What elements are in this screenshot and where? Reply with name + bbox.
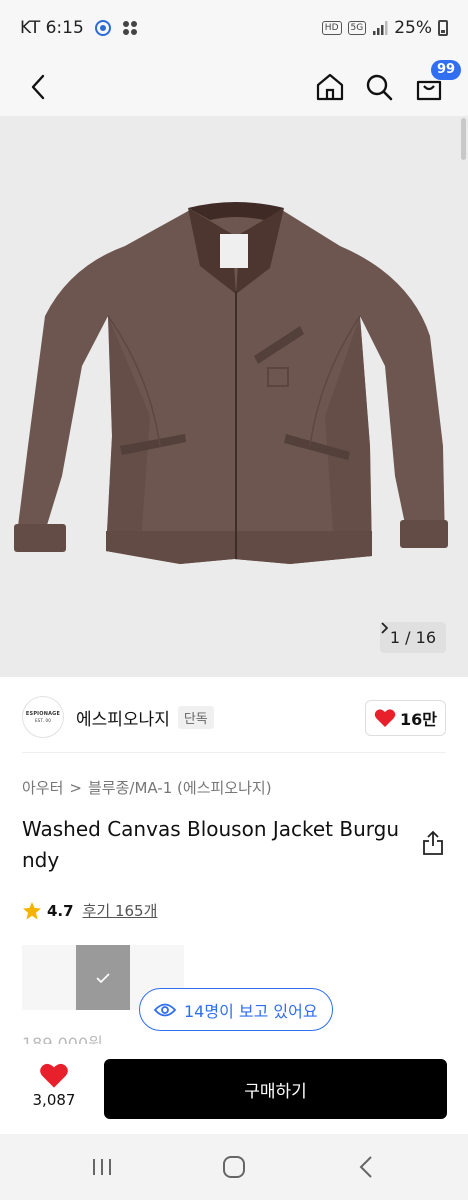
- chevron-right-icon: [381, 622, 388, 634]
- share-button[interactable]: [422, 830, 446, 858]
- home-nav-button[interactable]: [204, 1134, 264, 1200]
- review-count-link[interactable]: 후기 165개: [83, 900, 158, 921]
- check-icon: [96, 972, 110, 983]
- signal-icon: [373, 21, 388, 35]
- rating-row: 4.7 후기 165개: [22, 900, 157, 921]
- viewers-pill: 14명이 보고 있어요: [139, 988, 333, 1031]
- back-nav-button[interactable]: [336, 1134, 396, 1200]
- home-button[interactable]: [308, 58, 352, 116]
- heart-icon: [374, 709, 396, 727]
- home-nav-icon: [223, 1156, 245, 1178]
- divider: [22, 752, 446, 753]
- brand-logo[interactable]: ESPIONAGE EST. 00: [22, 696, 64, 738]
- product-title: Washed Canvas Blouson Jacket Burgundy: [22, 817, 400, 872]
- breadcrumb-separator: >: [69, 778, 82, 797]
- star-icon: [23, 901, 41, 919]
- cart-button[interactable]: 99: [407, 58, 462, 116]
- network-badge: 5G: [347, 21, 367, 35]
- page-scrollbar[interactable]: [461, 118, 466, 160]
- app-grid-icon: [122, 21, 137, 35]
- cart-count-badge: 99: [431, 60, 462, 80]
- product-image: [14, 202, 448, 564]
- bottom-action-bar: 3,087 구매하기: [0, 1044, 468, 1134]
- breadcrumb: 아우터 > 블루종/MA-1 (에스피오나지): [22, 777, 272, 798]
- brand-name[interactable]: 에스피오나지: [76, 705, 170, 730]
- back-icon: [31, 74, 45, 100]
- image-counter[interactable]: 1 / 16: [379, 622, 446, 653]
- share-icon: [423, 830, 443, 855]
- wishlist-button[interactable]: 3,087: [22, 1062, 86, 1109]
- status-bar: KT 6:15 HD 5G 25%: [0, 0, 468, 58]
- search-button[interactable]: [357, 58, 401, 116]
- back-button[interactable]: [16, 58, 60, 116]
- thumbnail-selected[interactable]: [76, 945, 130, 1010]
- recent-apps-icon: [93, 1159, 111, 1175]
- eye-icon: [154, 1003, 176, 1016]
- viewers-text: 14명이 보고 있어요: [184, 1001, 318, 1021]
- back-nav-icon: [359, 1156, 372, 1178]
- breadcrumb-blouson[interactable]: 블루종/MA-1 (에스피오나지): [88, 777, 272, 798]
- image-counter-text: 1 / 16: [389, 628, 436, 647]
- breadcrumb-outer[interactable]: 아우터: [22, 777, 63, 798]
- carrier-time: KT 6:15: [20, 18, 84, 38]
- brand-like-button[interactable]: 16만: [365, 700, 446, 736]
- recent-apps-button[interactable]: [72, 1134, 132, 1200]
- app-header: 99: [0, 58, 468, 116]
- hd-badge: HD: [321, 21, 342, 35]
- product-image-gallery[interactable]: 1 / 16: [0, 116, 468, 677]
- wishlist-count: 3,087: [32, 1091, 76, 1109]
- battery-icon: [438, 20, 448, 36]
- system-nav-bar: [0, 1134, 468, 1200]
- brand-row: ESPIONAGE EST. 00 에스피오나지 단독 16만: [22, 690, 446, 744]
- exclusive-badge: 단독: [177, 705, 214, 729]
- home-icon: [316, 73, 344, 101]
- rating-score: 4.7: [47, 901, 74, 920]
- notification-icon: [94, 20, 111, 36]
- search-icon: [366, 74, 393, 101]
- thumbnail[interactable]: [22, 945, 76, 1010]
- buy-button[interactable]: 구매하기: [104, 1059, 447, 1119]
- battery-percent: 25%: [394, 18, 432, 38]
- brand-like-count: 16만: [400, 710, 437, 729]
- heart-icon: [40, 1063, 68, 1088]
- price-text: 189,000원: [22, 1034, 103, 1044]
